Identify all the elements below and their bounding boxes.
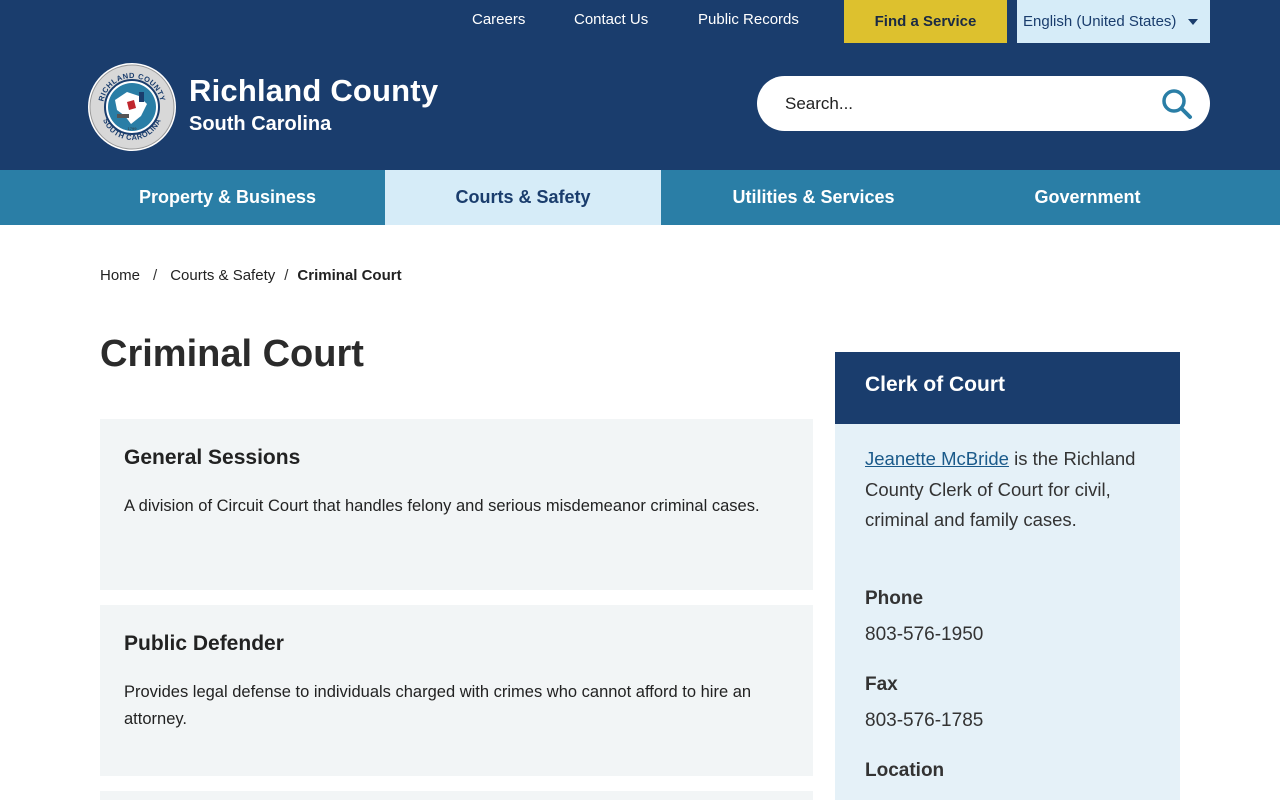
county-seal-icon[interactable]: RICHLAND COUNTY SOUTH CAROLINA 1799 xyxy=(87,62,177,152)
sidebar-title: Clerk of Court xyxy=(865,373,1006,396)
clerk-of-court-panel: Clerk of Court Jeanette McBride is the R… xyxy=(835,352,1180,800)
breadcrumb-separator: / xyxy=(153,267,158,284)
phone-label: Phone xyxy=(865,588,924,609)
search-icon[interactable] xyxy=(1159,86,1195,122)
nav-utilities-services[interactable]: Utilities & Services xyxy=(680,170,947,225)
clerk-name-link[interactable]: Jeanette McBride xyxy=(865,448,1009,469)
phone-value[interactable]: 803-576-1950 xyxy=(865,624,983,646)
nav-government[interactable]: Government xyxy=(965,170,1210,225)
nav-property-business[interactable]: Property & Business xyxy=(90,170,365,225)
breadcrumb-current: Criminal Court xyxy=(297,267,402,284)
card-title[interactable]: Public Defender xyxy=(124,632,284,656)
careers-link[interactable]: Careers xyxy=(472,0,525,43)
fax-value: 803-576-1785 xyxy=(865,710,984,731)
utility-bar: Careers Contact Us Public Records Find a… xyxy=(0,0,1280,43)
fax-label: Fax xyxy=(865,674,898,695)
breadcrumb-separator: / xyxy=(284,267,289,284)
card-description: A division of Circuit Court that handles… xyxy=(124,497,760,515)
search-input[interactable] xyxy=(785,90,1145,118)
site-header: RICHLAND COUNTY SOUTH CAROLINA 1799 Rich… xyxy=(0,43,1280,170)
breadcrumb-home[interactable]: Home xyxy=(100,267,140,284)
chevron-down-icon xyxy=(1188,19,1198,25)
breadcrumb-courts-safety[interactable]: Courts & Safety xyxy=(170,267,275,284)
sidebar-header: Clerk of Court xyxy=(835,352,1180,424)
card-general-sessions[interactable]: General Sessions A division of Circuit C… xyxy=(100,419,813,590)
page-title: Criminal Court xyxy=(100,333,364,375)
public-records-link[interactable]: Public Records xyxy=(698,0,799,43)
card-next[interactable] xyxy=(100,791,813,800)
location-label: Location xyxy=(865,760,945,781)
main-nav: Property & Business Courts & Safety Util… xyxy=(0,170,1280,225)
seal-year: 1799 xyxy=(128,126,138,131)
site-title[interactable]: Richland County xyxy=(189,73,438,109)
search-box xyxy=(757,76,1210,131)
breadcrumb: Home / Courts & Safety / Criminal Court xyxy=(100,267,402,284)
nav-courts-safety[interactable]: Courts & Safety xyxy=(385,170,661,225)
language-select-value: English (United States) xyxy=(1023,13,1177,30)
card-public-defender[interactable]: Public Defender Provides legal defense t… xyxy=(100,605,813,776)
language-select[interactable]: English (United States) xyxy=(1017,0,1210,43)
card-description: Provides legal defense to individuals ch… xyxy=(124,683,752,728)
card-title[interactable]: General Sessions xyxy=(124,446,300,470)
contact-us-link[interactable]: Contact Us xyxy=(574,0,648,43)
find-a-service-button[interactable]: Find a Service xyxy=(844,0,1007,43)
sidebar-description: Jeanette McBride is the Richland County … xyxy=(865,444,1160,536)
site-subtitle[interactable]: South Carolina xyxy=(189,113,331,136)
